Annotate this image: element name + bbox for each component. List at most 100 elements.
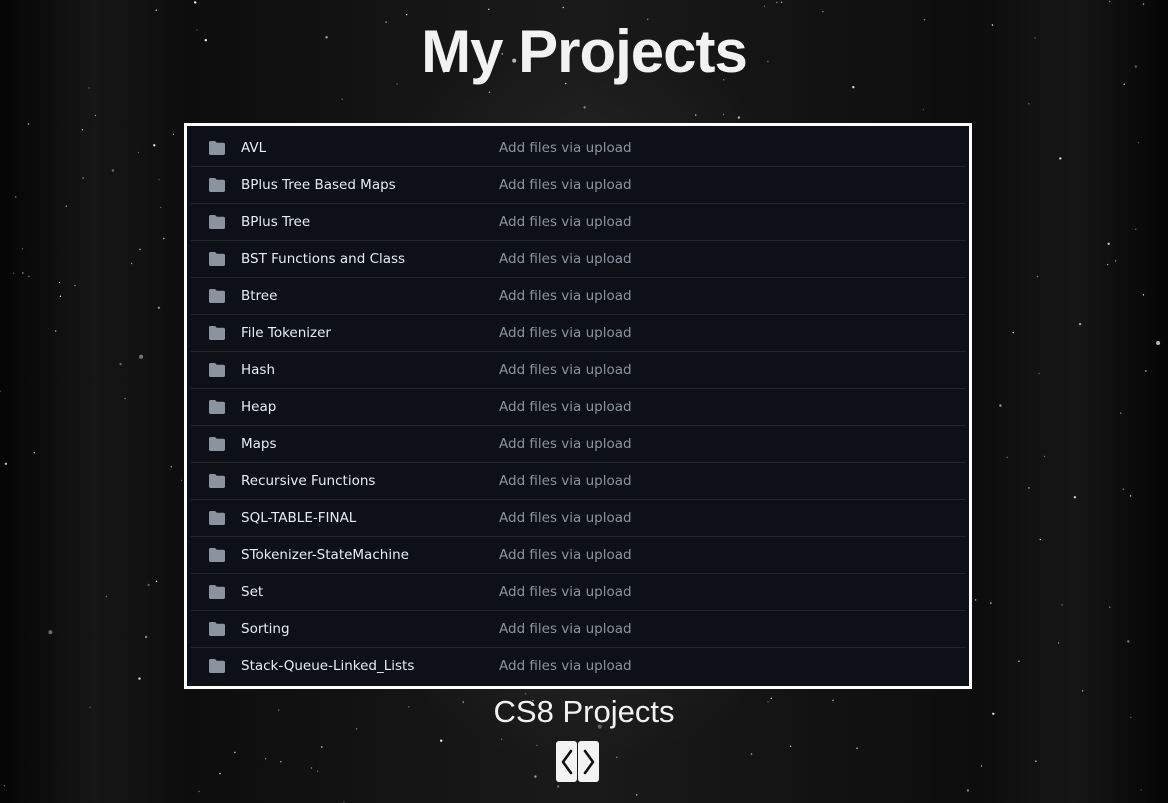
commit-message-link[interactable]: Add files via upload xyxy=(499,611,632,647)
star xyxy=(999,404,1002,407)
commit-message-link[interactable]: Add files via upload xyxy=(499,352,632,388)
commit-message-link[interactable]: Add files via upload xyxy=(499,241,632,277)
folder-name-link[interactable]: BPlus Tree xyxy=(241,204,310,240)
star xyxy=(74,284,76,287)
folder-icon xyxy=(209,585,225,599)
file-row[interactable]: Btree Add files via upload xyxy=(191,278,965,315)
commit-message-link[interactable]: Add files via upload xyxy=(499,167,632,203)
commit-message-link[interactable]: Add files via upload xyxy=(499,648,632,684)
star xyxy=(157,306,161,309)
file-row[interactable]: BST Functions and Class Add files via upl… xyxy=(191,241,965,278)
file-row[interactable]: Sorting Add files via upload xyxy=(191,611,965,648)
star xyxy=(1107,263,1109,266)
star xyxy=(488,91,491,94)
folder-name-link[interactable]: Recursive Functions xyxy=(241,463,375,499)
star xyxy=(1129,495,1132,497)
file-row[interactable]: Set Add files via upload xyxy=(191,574,965,611)
file-row[interactable]: BPlus Tree Based Maps Add files via uploa… xyxy=(191,167,965,204)
folder-name-link[interactable]: Heap xyxy=(241,389,276,425)
commit-message-link[interactable]: Add files via upload xyxy=(499,204,632,240)
star xyxy=(1028,487,1030,489)
star xyxy=(139,248,141,251)
star xyxy=(343,801,345,803)
star xyxy=(856,747,858,749)
folder-icon xyxy=(209,252,225,266)
file-row[interactable]: File Tokenizer Add files via upload xyxy=(191,315,965,352)
folder-name-link[interactable]: Stack-Queue-Linked_Lists xyxy=(241,648,414,684)
star xyxy=(780,1,783,3)
star xyxy=(1078,322,1082,326)
commit-message-link[interactable]: Add files via upload xyxy=(499,278,632,314)
commit-message-link[interactable]: Add files via upload xyxy=(499,463,632,499)
star xyxy=(310,767,313,769)
folder-name-link[interactable]: Sorting xyxy=(241,611,290,647)
folder-icon xyxy=(209,289,225,303)
star xyxy=(488,8,490,10)
star xyxy=(321,746,323,748)
file-row[interactable]: BPlus Tree Add files via upload xyxy=(191,204,965,241)
star xyxy=(583,106,586,109)
star xyxy=(280,761,282,763)
folder-name-link[interactable]: Maps xyxy=(241,426,277,462)
star xyxy=(990,602,992,604)
commit-message-link[interactable]: Add files via upload xyxy=(499,574,632,610)
folder-name-link[interactable]: SQL-TABLE-FINAL xyxy=(241,500,356,536)
page-title: My Projects xyxy=(421,18,748,85)
folder-name-link[interactable]: AVL xyxy=(241,130,266,166)
star xyxy=(536,744,538,747)
folder-name-link[interactable]: Hash xyxy=(241,352,275,388)
commit-message-link[interactable]: Add files via upload xyxy=(499,500,632,536)
star xyxy=(124,397,126,400)
folder-icon xyxy=(209,511,225,525)
folder-name-link[interactable]: Btree xyxy=(241,278,277,314)
file-row[interactable]: STokenizer-StateMachine Add files via upl… xyxy=(191,537,965,574)
commit-message-link[interactable]: Add files via upload xyxy=(499,426,632,462)
star xyxy=(219,772,221,775)
star xyxy=(1036,275,1039,278)
star xyxy=(105,595,108,598)
star xyxy=(695,114,697,116)
folder-name-link[interactable]: Set xyxy=(241,574,263,610)
star xyxy=(500,738,503,740)
star xyxy=(28,275,30,277)
star xyxy=(1028,103,1030,105)
folder-icon xyxy=(209,548,225,562)
star xyxy=(789,745,792,747)
file-row[interactable]: Maps Add files via upload xyxy=(191,426,965,463)
star xyxy=(534,775,537,778)
star xyxy=(1145,370,1147,372)
star xyxy=(155,9,157,11)
file-row[interactable]: Heap Add files via upload xyxy=(191,389,965,426)
folder-name-link[interactable]: File Tokenizer xyxy=(241,315,331,351)
commit-message-link[interactable]: Add files via upload xyxy=(499,389,632,425)
folder-icon xyxy=(209,326,225,340)
commit-message-link[interactable]: Add files via upload xyxy=(499,130,632,166)
file-row[interactable]: Stack-Queue-Linked_Lists Add files via up… xyxy=(191,648,965,684)
star xyxy=(59,295,62,297)
star xyxy=(1035,760,1037,762)
file-row[interactable]: AVL Add files via upload xyxy=(191,130,965,167)
star xyxy=(82,177,84,179)
star xyxy=(1140,789,1142,791)
commit-message-link[interactable]: Add files via upload xyxy=(499,537,632,573)
star xyxy=(172,133,175,136)
commit-message-link[interactable]: Add files via upload xyxy=(499,315,632,351)
folder-name-link[interactable]: STokenizer-StateMachine xyxy=(241,537,409,573)
next-button[interactable] xyxy=(578,741,599,782)
folder-name-link[interactable]: BST Functions and Class xyxy=(241,241,405,277)
file-row[interactable]: Recursive Functions Add files via upload xyxy=(191,463,965,500)
previous-button[interactable] xyxy=(556,741,577,782)
star xyxy=(1142,294,1145,296)
star xyxy=(194,1,197,4)
star xyxy=(22,272,24,274)
star xyxy=(1038,372,1040,375)
star xyxy=(139,354,144,359)
file-row[interactable]: SQL-TABLE-FINAL Add files via upload xyxy=(191,500,965,537)
folder-name-link[interactable]: BPlus Tree Based Maps xyxy=(241,167,396,203)
star xyxy=(48,630,53,635)
star xyxy=(1137,142,1140,144)
star xyxy=(1135,228,1137,230)
star xyxy=(147,583,150,587)
file-row[interactable]: Hash Add files via upload xyxy=(191,352,965,389)
star xyxy=(264,758,267,760)
